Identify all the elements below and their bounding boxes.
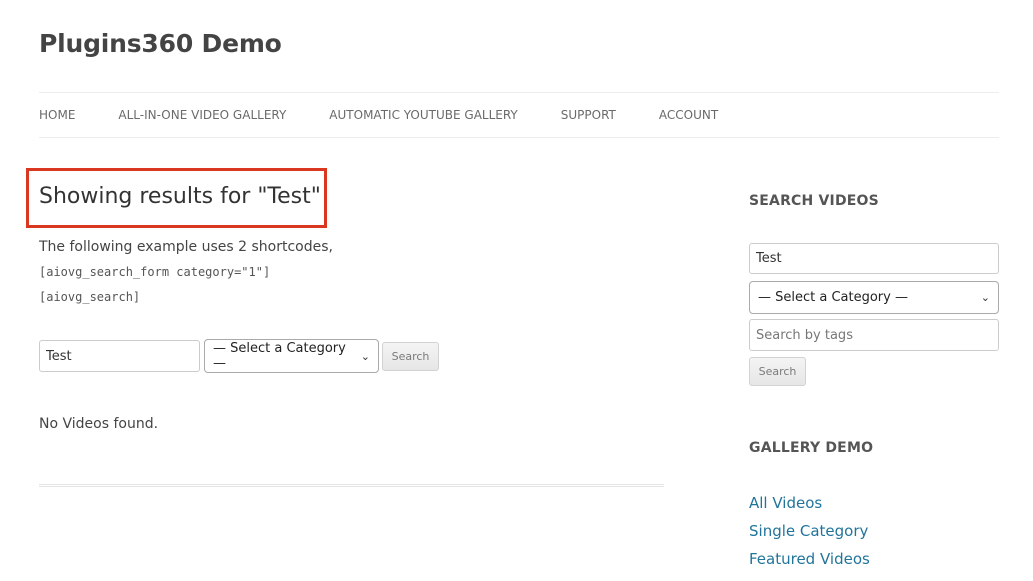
nav-item-support[interactable]: SUPPORT: [561, 108, 616, 122]
nav-item-home[interactable]: HOME: [39, 108, 75, 122]
content-divider: [39, 484, 664, 487]
search-widget-title: SEARCH VIDEOS: [749, 193, 879, 209]
chevron-down-icon: ⌄: [980, 291, 990, 304]
chevron-down-icon: ⌄: [360, 349, 370, 363]
category-select[interactable]: — Select a Category — ⌄: [204, 339, 379, 373]
no-results-message: No Videos found.: [39, 416, 159, 432]
link-all-videos[interactable]: All Videos: [749, 494, 822, 512]
sidebar-category-select[interactable]: — Select a Category — ⌄: [749, 281, 999, 314]
page-title: Showing results for "Test": [39, 184, 321, 209]
link-single-category[interactable]: Single Category: [749, 522, 868, 540]
nav-item-automatic-youtube-gallery[interactable]: AUTOMATIC YOUTUBE GALLERY: [329, 108, 517, 122]
shortcode-search: [aiovg_search]: [39, 290, 141, 304]
sidebar-category-select-value: — Select a Category —: [758, 290, 908, 305]
search-input[interactable]: Test: [39, 340, 200, 372]
site-title[interactable]: Plugins360 Demo: [39, 29, 282, 58]
link-featured-videos[interactable]: Featured Videos: [749, 550, 870, 568]
search-button[interactable]: Search: [382, 342, 439, 371]
tags-search-input[interactable]: Search by tags: [749, 319, 999, 351]
sidebar-search-button[interactable]: Search: [749, 357, 806, 386]
nav-item-account[interactable]: ACCOUNT: [659, 108, 718, 122]
nav-item-all-in-one-video-gallery[interactable]: ALL-IN-ONE VIDEO GALLERY: [118, 108, 286, 122]
category-select-value: — Select a Category —: [213, 341, 346, 371]
intro-text: The following example uses 2 shortcodes,: [39, 239, 333, 255]
gallery-widget-title: GALLERY DEMO: [749, 440, 874, 456]
primary-nav: HOME ALL-IN-ONE VIDEO GALLERY AUTOMATIC …: [39, 92, 999, 138]
shortcode-search-form: [aiovg_search_form category="1"]: [39, 265, 271, 279]
sidebar-search-input[interactable]: Test: [749, 243, 999, 274]
